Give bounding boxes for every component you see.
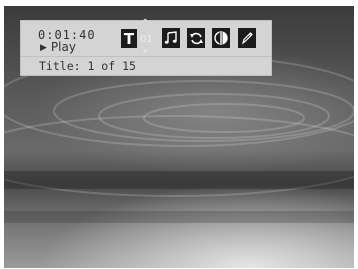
title-button[interactable]: T: [121, 29, 137, 48]
chevron-down-icon[interactable]: ⌄: [141, 44, 149, 55]
title-count: Title: 1 of 15: [39, 59, 136, 73]
angle-icon: [214, 30, 228, 46]
edit-button[interactable]: [238, 28, 256, 48]
audio-button[interactable]: [162, 28, 180, 48]
pencil-icon: [241, 32, 253, 45]
repeat-icon: [189, 32, 203, 44]
video-screen: 0:01:40 ▶ Play T ⌃ 01 ⌄ Title: 1 of 15: [4, 6, 354, 268]
music-note-icon: [164, 31, 177, 44]
title-spinner[interactable]: ⌃ 01 ⌄: [139, 18, 153, 57]
angle-button[interactable]: [212, 28, 230, 48]
title-icon: T: [123, 29, 135, 48]
osd-control-bar: 0:01:40 ▶ Play T ⌃ 01 ⌄: [20, 18, 272, 58]
play-icon: ▶: [40, 43, 47, 53]
playback-status-label: Play: [50, 40, 76, 54]
chevron-up-icon[interactable]: ⌃: [141, 18, 149, 29]
repeat-button[interactable]: [187, 28, 205, 48]
title-info-bar: Title: 1 of 15: [20, 56, 272, 76]
playback-status: ▶ Play: [40, 40, 76, 54]
